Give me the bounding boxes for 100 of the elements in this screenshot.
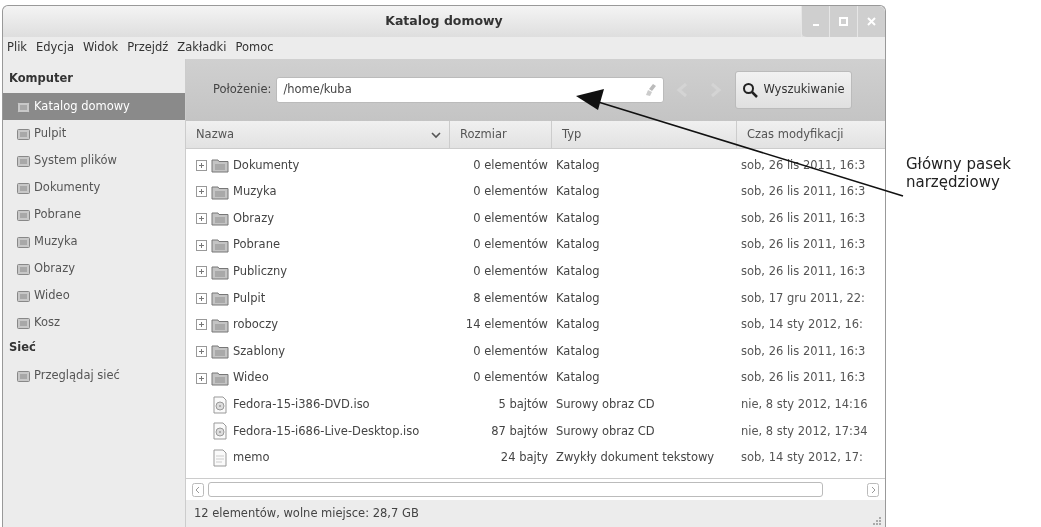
folder-icon xyxy=(17,262,30,275)
disc-file-icon xyxy=(211,395,229,414)
column-header[interactable]: Czas modyfikacji xyxy=(737,121,885,148)
expander-icon[interactable] xyxy=(196,345,207,357)
table-cell-text: sob, 26 lis 2011, 16:3 xyxy=(740,236,867,254)
close-icon xyxy=(867,17,876,26)
folder-icon xyxy=(17,100,30,113)
table-cell-text: sob, 26 lis 2011, 16:3 xyxy=(740,209,867,227)
file-name: Publiczny xyxy=(233,263,288,281)
folder-icon xyxy=(211,237,229,254)
expander-icon[interactable] xyxy=(196,266,207,278)
file-name: roboczy xyxy=(233,316,278,334)
table-cell-text: 5 bajtów xyxy=(497,396,549,413)
callout-text: Główny pasek narzędziowy xyxy=(906,155,1012,191)
table-cell-text: nie, 8 sty 2012, 14:16 xyxy=(740,396,869,413)
file-name: Szablony xyxy=(233,342,285,360)
table-cell-text: sob, 14 sty 2012, 17: xyxy=(740,449,864,467)
folder-icon xyxy=(17,235,30,248)
table-cell-text: Surowy obraz CD xyxy=(555,396,656,413)
expander-icon[interactable] xyxy=(196,319,207,331)
folder-icon xyxy=(211,183,229,200)
disc-file-icon xyxy=(211,422,229,441)
file-name: Pulpit xyxy=(233,289,266,307)
sidebar-heading: Sieć xyxy=(8,339,37,356)
table-cell-text: 0 elementów xyxy=(472,183,549,201)
location-field[interactable]: /home/kuba xyxy=(276,77,665,103)
table-cell-text: 14 elementów xyxy=(464,316,549,334)
column-header[interactable]: Rozmiar xyxy=(450,121,552,148)
file-name: memo xyxy=(233,449,270,467)
folder-icon xyxy=(211,370,229,387)
sidebar-item[interactable]: Katalog domowy xyxy=(3,93,185,120)
sidebar-item[interactable]: System plików xyxy=(3,147,185,174)
status-text: 12 elementów, wolne miejsce: 28,7 GB xyxy=(194,504,419,522)
folder-icon xyxy=(211,316,229,333)
table-cell-text: 8 elementów xyxy=(472,289,549,307)
sidebar-item[interactable]: Dokumenty xyxy=(3,174,185,201)
sidebar-item[interactable]: Muzyka xyxy=(3,228,185,255)
menu-item[interactable]: Pomoc xyxy=(235,39,274,57)
file-name: Wideo xyxy=(233,369,269,387)
table-cell-text: Katalog xyxy=(555,209,601,227)
sidebar-item[interactable]: Przeglądaj sieć xyxy=(3,362,185,389)
horizontal-scrollbar[interactable] xyxy=(186,478,885,500)
scroll-right-icon[interactable] xyxy=(867,482,879,497)
window-title: Katalog domowy xyxy=(385,12,503,31)
folder-icon xyxy=(17,127,30,140)
column-header[interactable]: Nazwa xyxy=(186,121,450,148)
folder-icon xyxy=(17,208,30,221)
location-label: Położenie: xyxy=(213,81,272,99)
search-button[interactable]: Wyszukiwanie xyxy=(735,71,852,109)
clear-icon[interactable] xyxy=(645,83,658,97)
sidebar-heading: Komputer xyxy=(8,70,74,87)
expander-icon[interactable] xyxy=(196,292,207,304)
expander-icon[interactable] xyxy=(196,159,207,171)
scroll-left-icon[interactable] xyxy=(192,482,204,497)
table-cell-text: sob, 26 lis 2011, 16:3 xyxy=(740,263,867,281)
table-cell-text: sob, 17 gru 2011, 22: xyxy=(740,289,866,307)
folder-icon xyxy=(211,290,229,307)
table-cell-text: sob, 14 sty 2012, 16: xyxy=(740,316,864,334)
folder-icon xyxy=(211,263,229,280)
table-cell-text: Katalog xyxy=(555,316,601,334)
sidebar-item[interactable]: Pobrane xyxy=(3,201,185,228)
file-name: Pobrane xyxy=(233,236,280,254)
sidebar-item[interactable]: Obrazy xyxy=(3,255,185,282)
table-cell-text: 87 bajtów xyxy=(490,422,549,440)
column-header[interactable]: Typ xyxy=(552,121,737,148)
table-cell-text: Katalog xyxy=(555,183,601,201)
table-cell-text: Zwykły dokument tekstowy xyxy=(555,449,716,467)
menu-item[interactable]: Zakładki xyxy=(177,39,227,57)
file-name: Muzyka xyxy=(233,183,277,201)
expander-icon[interactable] xyxy=(196,239,207,251)
table-cell-text: sob, 26 lis 2011, 16:3 xyxy=(740,342,867,360)
table-cell-text: nie, 8 sty 2012, 17:34 xyxy=(740,422,869,440)
menu-item[interactable]: Edycja xyxy=(36,39,74,57)
expander-icon[interactable] xyxy=(196,186,207,198)
menu-item[interactable]: Widok xyxy=(82,39,119,57)
file-name: Fedora-15-i386-DVD.iso xyxy=(233,396,370,413)
table-cell-text: 24 bajty xyxy=(499,449,549,467)
table-cell-text: Surowy obraz CD xyxy=(555,422,656,440)
table-cell-text: sob, 26 lis 2011, 16:3 xyxy=(740,183,867,201)
sidebar-item[interactable]: Wideo xyxy=(3,282,185,309)
sidebar-item[interactable]: Kosz xyxy=(3,309,185,336)
folder-icon xyxy=(17,369,30,382)
sidebar-item[interactable]: Pulpit xyxy=(3,120,185,147)
minimize-icon xyxy=(812,23,819,26)
file-name: Dokumenty xyxy=(233,156,300,174)
expander-icon[interactable] xyxy=(196,213,207,224)
table-cell-text: Katalog xyxy=(555,369,601,387)
table-cell-text: Katalog xyxy=(555,289,601,307)
table-cell-text: sob, 26 lis 2011, 16:3 xyxy=(740,369,867,387)
resize-grip-icon[interactable] xyxy=(872,515,882,526)
folder-icon xyxy=(211,210,229,227)
table-cell-text: 0 elementów xyxy=(472,236,549,254)
menu-item[interactable]: Przejdź xyxy=(127,39,169,57)
text-file-icon xyxy=(211,448,229,467)
table-cell-text: 0 elementów xyxy=(472,209,549,227)
menu-item[interactable]: Plik xyxy=(7,39,27,57)
table-cell-text: Katalog xyxy=(555,263,601,281)
folder-icon xyxy=(17,316,30,329)
expander-icon[interactable] xyxy=(196,372,207,384)
folder-icon xyxy=(211,343,229,360)
